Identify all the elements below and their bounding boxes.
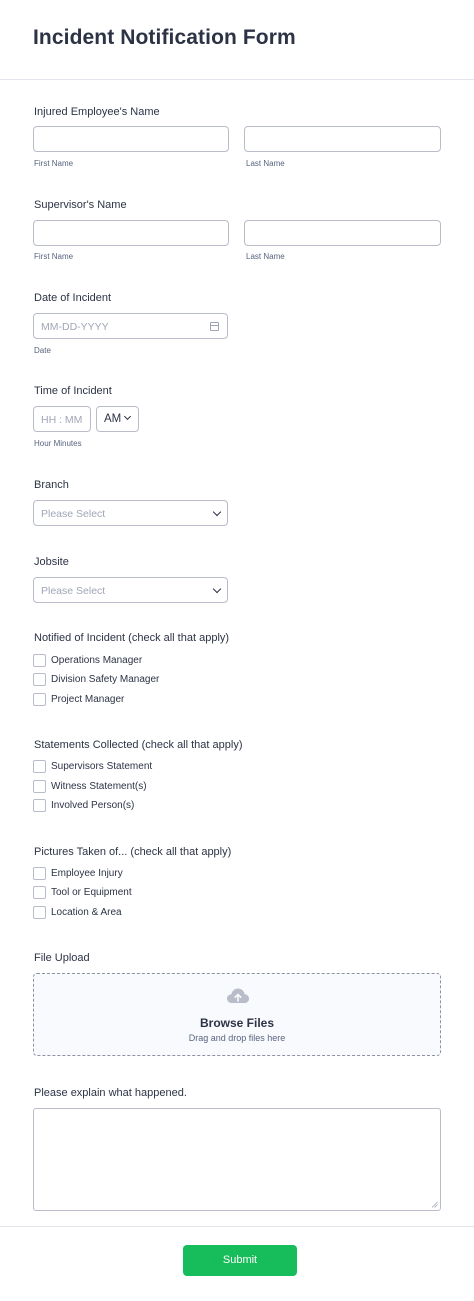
checkbox-label: Location & Area xyxy=(51,907,122,918)
injured-name-label: Injured Employee's Name xyxy=(34,106,160,118)
time-input[interactable]: HH : MM xyxy=(33,406,91,432)
chevron-down-icon xyxy=(212,584,222,594)
injured-last-name-sublabel: Last Name xyxy=(246,159,285,168)
checkbox[interactable] xyxy=(33,693,46,706)
time-placeholder: HH : MM xyxy=(41,414,83,426)
form-title: Incident Notification Form xyxy=(33,26,296,49)
checkbox[interactable] xyxy=(33,799,46,812)
date-label: Date of Incident xyxy=(34,292,112,304)
supervisor-first-name-sublabel: First Name xyxy=(34,252,74,261)
submit-button[interactable]: Submit xyxy=(183,1245,297,1276)
calendar-icon[interactable] xyxy=(210,322,219,331)
ampm-value: AM xyxy=(104,413,122,425)
date-sublabel: Date xyxy=(34,346,51,355)
chevron-down-icon xyxy=(212,507,222,517)
injured-first-name-sublabel: First Name xyxy=(34,159,74,168)
explain-label: Please explain what happened. xyxy=(34,1087,187,1099)
checkbox[interactable] xyxy=(33,760,46,773)
injured-last-name-input[interactable] xyxy=(244,126,441,152)
file-upload-label: File Upload xyxy=(34,952,90,964)
jobsite-label: Jobsite xyxy=(34,556,69,568)
form-header: Incident Notification Form xyxy=(0,0,474,80)
checkbox[interactable] xyxy=(33,780,46,793)
time-label: Time of Incident xyxy=(34,385,112,397)
injured-first-name-input[interactable] xyxy=(33,126,229,152)
statements-label: Statements Collected (check all that app… xyxy=(34,739,243,751)
checkbox-label: Supervisors Statement xyxy=(51,761,153,772)
checkbox[interactable] xyxy=(33,867,46,880)
checkbox-label: Project Manager xyxy=(51,694,125,705)
jobsite-select[interactable]: Please Select xyxy=(33,577,228,603)
checkbox-label: Employee Injury xyxy=(51,868,123,879)
pictures-label: Pictures Taken of... (check all that app… xyxy=(34,846,232,858)
checkbox[interactable] xyxy=(33,906,46,919)
checkbox-label: Witness Statement(s) xyxy=(51,781,147,792)
supervisor-name-label: Supervisor's Name xyxy=(34,199,127,211)
date-input[interactable]: MM-DD-YYYY xyxy=(33,313,228,339)
time-sublabel: Hour Minutes xyxy=(34,439,82,448)
checkbox[interactable] xyxy=(33,673,46,686)
checkbox-label: Tool or Equipment xyxy=(51,887,132,898)
chevron-down-icon xyxy=(123,412,132,421)
supervisor-last-name-input[interactable] xyxy=(244,220,441,246)
checkbox[interactable] xyxy=(33,886,46,899)
ampm-select[interactable]: AM xyxy=(96,406,139,432)
jobsite-placeholder: Please Select xyxy=(41,585,106,597)
supervisor-last-name-sublabel: Last Name xyxy=(246,252,285,261)
checkbox-label: Division Safety Manager xyxy=(51,674,160,685)
date-placeholder: MM-DD-YYYY xyxy=(41,321,109,333)
notified-label: Notified of Incident (check all that app… xyxy=(34,632,230,644)
branch-label: Branch xyxy=(34,479,69,491)
branch-select[interactable]: Please Select xyxy=(33,500,228,526)
checkbox-label: Operations Manager xyxy=(51,655,143,666)
resize-handle-icon[interactable] xyxy=(431,1201,438,1208)
checkbox[interactable] xyxy=(33,654,46,667)
drag-drop-hint: Drag and drop files here xyxy=(188,1033,286,1043)
branch-placeholder: Please Select xyxy=(41,508,106,520)
checkbox-label: Involved Person(s) xyxy=(51,800,135,811)
supervisor-first-name-input[interactable] xyxy=(33,220,229,246)
cloud-upload-icon xyxy=(227,988,249,1003)
explain-textarea[interactable] xyxy=(33,1108,441,1211)
browse-files-title[interactable]: Browse Files xyxy=(34,1016,440,1030)
file-upload-dropzone[interactable]: Browse Files Drag and drop files here xyxy=(33,973,441,1056)
